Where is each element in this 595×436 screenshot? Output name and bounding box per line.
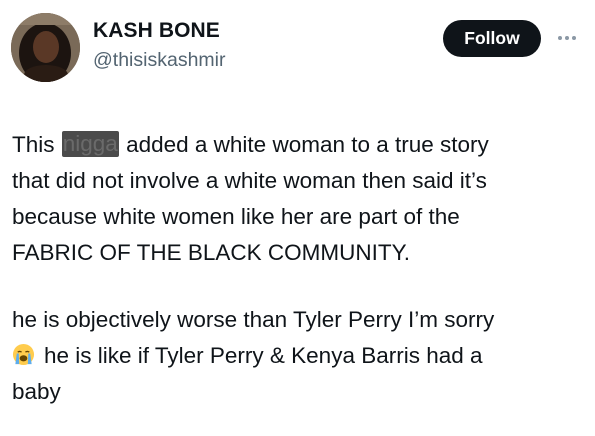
tweet-paragraph-2: he is objectively worse than Tyler Perry…	[12, 302, 587, 410]
tweet-line: baby	[12, 379, 61, 404]
tweet-line: that did not involve a white woman then …	[12, 168, 487, 193]
avatar[interactable]	[11, 13, 80, 82]
loudly-crying-face-icon	[12, 343, 35, 366]
follow-button[interactable]: Follow	[443, 20, 541, 57]
tweet-line: he is objectively worse than Tyler Perry…	[12, 307, 495, 332]
author-block: KASH BONE @thisiskashmir	[93, 18, 225, 73]
author-display-name[interactable]: KASH BONE	[93, 18, 225, 44]
avatar-image	[11, 13, 80, 82]
tweet-paragraph-1: This nigga added a white woman to a true…	[12, 127, 587, 271]
tweet-text: he is like if Tyler Perry & Kenya Barris…	[44, 343, 483, 368]
redacted-word: nigga	[61, 131, 119, 157]
author-handle[interactable]: @thisiskashmir	[93, 47, 225, 73]
tweet-line: he is like if Tyler Perry & Kenya Barris…	[12, 338, 587, 374]
tweet-line: because white women like her are part of…	[12, 204, 460, 229]
tweet-line: This nigga added a white woman to a true…	[12, 127, 587, 163]
tweet-text: added a white woman to a true story	[119, 132, 489, 157]
more-horizontal-icon[interactable]	[556, 34, 578, 42]
tweet: KASH BONE @thisiskashmir Follow This nig…	[0, 0, 595, 436]
tweet-text: This	[12, 132, 61, 157]
tweet-line: FABRIC OF THE BLACK COMMUNITY.	[12, 240, 410, 265]
